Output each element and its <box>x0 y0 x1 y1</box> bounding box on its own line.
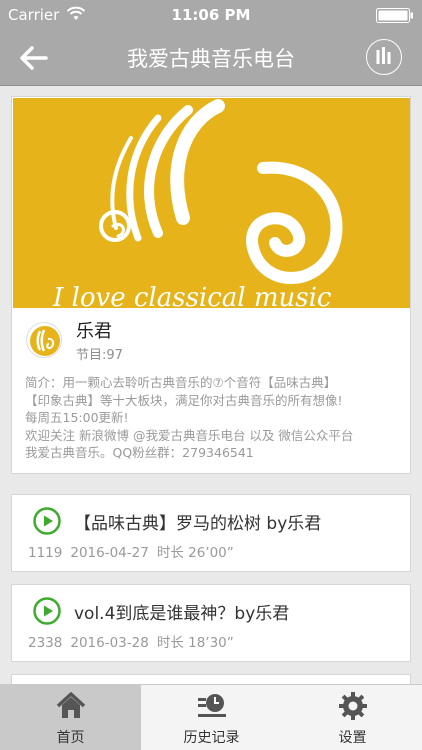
tab-settings[interactable]: 设置 <box>282 685 422 750</box>
track-duration: 时长 18’30” <box>156 635 234 651</box>
channel-name: 乐君 <box>76 321 112 342</box>
episode-count-label: 节目: <box>76 348 107 363</box>
intro-line: 每周五15:00更新! <box>25 410 129 425</box>
intro-line: 欢迎关注 新浪微博 @我爱古典音乐电台 以及 微信公众平台 <box>25 427 354 443</box>
track-item[interactable]: vol.4到底是谁最神？by乐君 2338 2016-03-28 时长 18’30” <box>11 584 411 662</box>
track-title: vol.4到底是谁最神？by乐君 <box>74 604 290 624</box>
tab-bar: 首页 历史记录 设置 <box>0 684 422 750</box>
home-icon <box>56 692 86 718</box>
tab-label: 设置 <box>338 730 367 746</box>
track-plays: 1119 <box>28 545 63 561</box>
content-area[interactable]: I love classical music 乐君 节目:97 简介：用一颗心去… <box>0 86 422 684</box>
track-meta: 2338 2016-03-28 时长 18’30” <box>28 631 242 651</box>
nav-bar: 我爱古典音乐电台 <box>0 30 422 86</box>
banner-text: I love classical music <box>52 283 332 308</box>
play-icon[interactable] <box>33 597 61 625</box>
tab-label: 历史记录 <box>183 730 240 746</box>
banner-image: I love classical music <box>13 98 410 308</box>
tab-history[interactable]: 历史记录 <box>141 685 282 750</box>
page-title: 我爱古典音乐电台 <box>127 47 295 71</box>
banner-artwork: I love classical music <box>52 99 343 308</box>
tab-label: 首页 <box>56 730 85 746</box>
intro-line: 简介：用一颗心去聆听古典音乐的⑦个音符【品味古典】 <box>25 375 337 390</box>
profile-card: I love classical music 乐君 节目:97 简介：用一颗心去… <box>11 96 411 474</box>
battery-icon <box>376 8 413 23</box>
episode-count-value: 97 <box>106 348 123 363</box>
equalizer-button[interactable] <box>366 39 402 75</box>
play-icon[interactable] <box>33 507 61 535</box>
track-duration: 时长 26’00” <box>156 545 234 561</box>
channel-intro: 简介：用一颗心去聆听古典音乐的⑦个音符【品味古典】 【印象古典】等十大板块，满足… <box>25 374 405 462</box>
track-meta: 1119 2016-04-27 时长 26’00” <box>28 541 242 561</box>
intro-line: 我爱古典音乐。QQ粉丝群：279346541 <box>25 445 254 460</box>
track-plays: 2338 <box>28 635 63 651</box>
tab-home[interactable]: 首页 <box>0 685 141 750</box>
track-date: 2016-03-28 <box>70 635 149 651</box>
equalizer-icon <box>376 47 391 64</box>
track-date: 2016-04-27 <box>70 545 149 561</box>
avatar-logo-icon <box>30 326 60 356</box>
history-icon <box>198 694 226 717</box>
status-bar: Carrier 11:06 PM <box>0 0 422 30</box>
status-time: 11:06 PM <box>171 6 251 24</box>
track-title: 【品味古典】罗马的松树 by乐君 <box>74 514 322 534</box>
intro-line: 【印象古典】等十大板块，满足你对古典音乐的所有想像! <box>25 392 343 408</box>
episode-count: 节目:97 <box>76 344 123 363</box>
track-item-partial[interactable] <box>11 674 411 684</box>
avatar <box>26 322 62 358</box>
gear-icon <box>339 692 367 720</box>
track-item[interactable]: 【品味古典】罗马的松树 by乐君 1119 2016-04-27 时长 26’00” <box>11 494 411 572</box>
